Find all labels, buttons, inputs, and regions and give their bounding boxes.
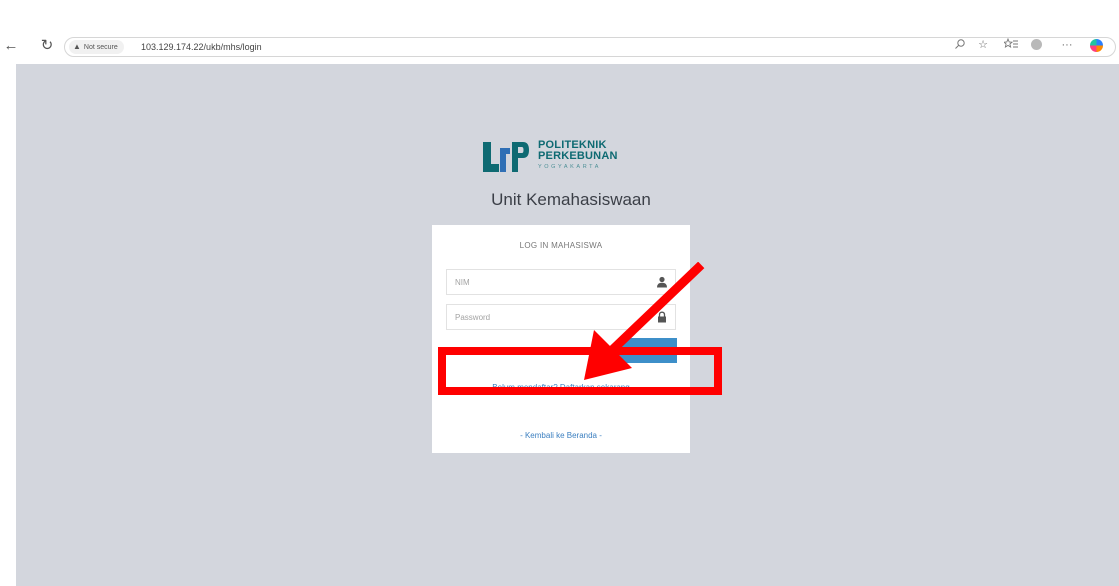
reload-icon[interactable]: ↻	[38, 37, 56, 55]
favorite-icon[interactable]: ☆	[975, 38, 991, 52]
copilot-icon[interactable]	[1090, 39, 1103, 52]
profile-icon[interactable]	[1031, 39, 1042, 50]
page-title: Unit Kemahasiswaan	[491, 190, 651, 209]
warning-icon: ▲	[73, 42, 81, 51]
back-to-home: - Kembali ke Beranda -	[432, 431, 690, 440]
annotation-arrow-icon	[584, 262, 705, 380]
lpp-logo-icon	[483, 142, 529, 172]
back-icon[interactable]: ←	[2, 37, 20, 55]
login-page: POLITEKNIK PERKEBUNAN YOGYAKARTA Unit Ke…	[16, 64, 1119, 586]
logo-wordmark: POLITEKNIK PERKEBUNAN YOGYAKARTA	[538, 140, 658, 172]
login-heading: LOG IN MAHASISWA	[519, 241, 603, 250]
logo-line-3: YOGYAKARTA	[538, 164, 601, 170]
back-to-home-link[interactable]: - Kembali ke Beranda -	[520, 431, 602, 440]
more-icon[interactable]: ···	[1059, 38, 1075, 52]
security-indicator[interactable]: ▲ Not secure	[69, 40, 124, 54]
browser-toolbar: ← ↻ ▲ Not secure 103.129.174.22/ukb/mhs/l…	[0, 34, 1119, 62]
logo-line-2: PERKEBUNAN	[538, 150, 618, 162]
read-aloud-icon[interactable]	[952, 38, 968, 52]
url-text[interactable]: 103.129.174.22/ukb/mhs/login	[141, 38, 262, 56]
logo: POLITEKNIK PERKEBUNAN YOGYAKARTA	[483, 138, 663, 180]
security-label: Not secure	[83, 44, 118, 51]
favorites-list-icon[interactable]	[1002, 37, 1019, 52]
